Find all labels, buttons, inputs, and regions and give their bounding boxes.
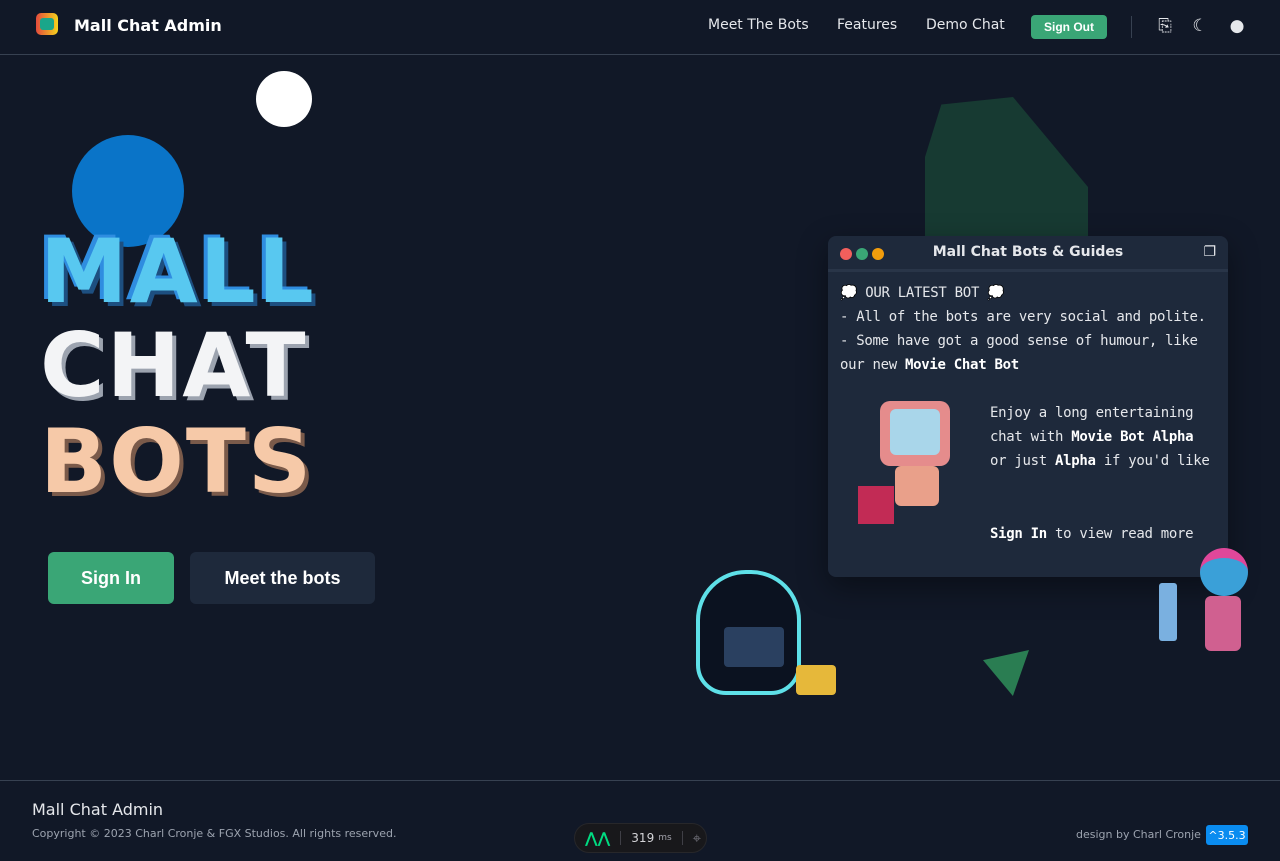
divider (1131, 16, 1132, 38)
arcade-bot-image (676, 565, 846, 720)
nav-features[interactable]: Features (837, 17, 897, 33)
sign-in-button[interactable]: Sign In (48, 552, 174, 604)
copy-icon[interactable]: ❐ (1203, 244, 1216, 260)
footer-copyright: Copyright © 2023 Charl Cronje & FGX Stud… (32, 827, 397, 840)
crosshair-icon[interactable]: ⌖ (693, 829, 701, 847)
nav-meet-the-bots[interactable]: Meet The Bots (708, 17, 809, 33)
nuxt-devtools-bar[interactable]: ⋀⋀ 319 ms ⌖ (574, 823, 707, 853)
version-badge: ^3.5.3 (1206, 825, 1248, 845)
terminal-text: to view read more (1046, 526, 1194, 542)
brand-title[interactable]: Mall Chat Admin (74, 16, 222, 35)
movie-bot-image (840, 401, 990, 526)
terminal-title: Mall Chat Bots & Guides (932, 244, 1124, 260)
hero-title-bots: BOTS (40, 410, 314, 513)
shopper-bot-image (1155, 548, 1255, 653)
bot-name: Movie Chat Bot (905, 357, 1019, 373)
terminal-text: if you'd like (1095, 453, 1210, 469)
bot-name: Movie Bot Alpha (1071, 429, 1194, 445)
translate-icon[interactable]: ⎘ (1155, 16, 1175, 36)
sign-in-link[interactable]: Sign In (990, 526, 1047, 542)
terminal-heading: OUR LATEST BOT (865, 285, 980, 301)
meet-the-bots-button[interactable]: Meet the bots (190, 552, 375, 604)
nav-demo-chat[interactable]: Demo Chat (926, 17, 1005, 33)
decor-green-triangle (983, 650, 1029, 696)
hero-title-mall: MALL (40, 220, 316, 323)
terminal-text: or just (990, 453, 1056, 469)
header: Mall Chat Admin Meet The Bots Features D… (0, 0, 1280, 55)
moon-icon[interactable]: ☾ (1190, 16, 1210, 36)
speech-icon: 💭 (840, 285, 866, 301)
footer-title: Mall Chat Admin (32, 800, 164, 819)
design-credit: design by Charl Cronje (1076, 828, 1201, 841)
terminal-line: - All of the bots are very social and po… (840, 309, 1206, 325)
github-icon[interactable]: ● (1227, 16, 1247, 36)
decor-white-circle (256, 71, 312, 127)
sign-out-button[interactable]: Sign Out (1031, 15, 1107, 39)
terminal-window: Mall Chat Bots & Guides ❐ 💭 OUR LATEST B… (828, 236, 1228, 577)
render-time-unit: ms (658, 833, 672, 843)
bot-name: Alpha (1055, 453, 1096, 469)
render-time: 319 (631, 831, 655, 845)
logo-icon[interactable] (36, 13, 58, 35)
decor-green-shape (925, 97, 1088, 247)
nuxt-icon[interactable]: ⋀⋀ (585, 829, 610, 847)
speech-bubble-icon: 💭 (979, 285, 1005, 301)
hero-title-chat: CHAT (40, 314, 308, 417)
